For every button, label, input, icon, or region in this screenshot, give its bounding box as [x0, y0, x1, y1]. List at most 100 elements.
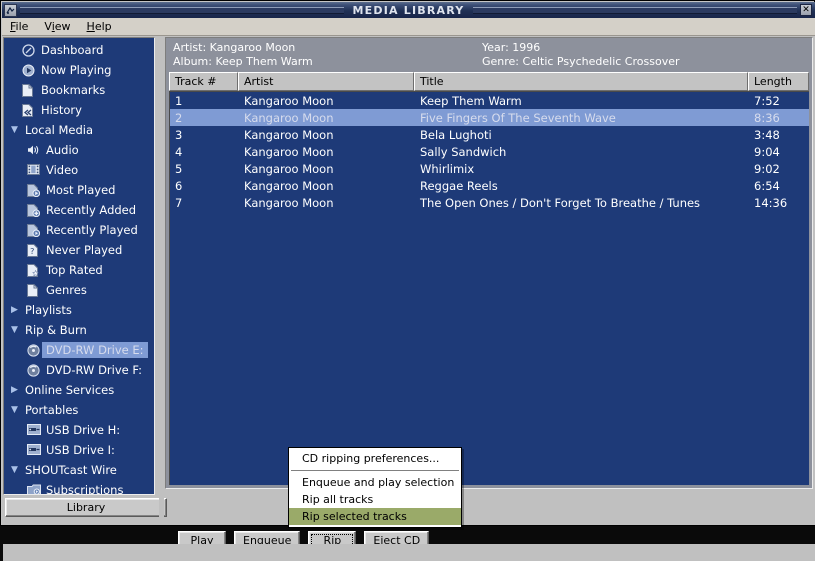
- film-icon: [27, 163, 42, 177]
- column-header-length[interactable]: Length: [748, 72, 809, 91]
- column-header-artist[interactable]: Artist: [238, 72, 414, 91]
- sidebar-item-subscriptions[interactable]: Subscriptions: [4, 480, 154, 494]
- recently-played-icon: [27, 223, 42, 237]
- album-info-year: Year: 1996: [482, 41, 541, 54]
- title-cell: The Open Ones / Don't Forget To Breathe …: [420, 195, 701, 210]
- table-row[interactable]: 4 Kangaroo Moon Sally Sandwich 9:04: [170, 143, 809, 160]
- sidebar-item-label: SHOUTcast Wire: [25, 463, 117, 477]
- sidebar-item-top-rated[interactable]: Top Rated: [4, 260, 154, 280]
- sidebar-item-usb-drive-i[interactable]: USB Drive I:: [4, 440, 154, 460]
- page-icon: [27, 283, 42, 297]
- context-menu-item[interactable]: CD ripping preferences...: [289, 450, 461, 467]
- sidebar-item-label: Most Played: [46, 183, 116, 197]
- most-played-icon: [27, 183, 42, 197]
- artist-cell: Kangaroo Moon: [244, 195, 334, 210]
- sidebar-item-label: DVD-RW Drive F:: [46, 363, 142, 377]
- sidebar-item-most-played[interactable]: Most Played: [4, 180, 154, 200]
- close-icon[interactable]: ✕: [800, 4, 812, 16]
- sidebar-item-bookmarks[interactable]: Bookmarks: [4, 80, 154, 100]
- sidebar-item-history[interactable]: History: [4, 100, 154, 120]
- length-cell: 6:54: [754, 178, 780, 193]
- sidebar-item-audio[interactable]: Audio: [4, 140, 154, 160]
- title-rule-left: [20, 6, 344, 14]
- artist-cell: Kangaroo Moon: [244, 161, 334, 176]
- twisty-expanded-icon[interactable]: ▼: [8, 405, 21, 415]
- usb-icon: [27, 423, 42, 437]
- table-row[interactable]: 2 Kangaroo Moon Five Fingers Of The Sevent…: [170, 109, 809, 126]
- context-menu-item[interactable]: Enqueue and play selection: [289, 474, 461, 491]
- length-cell: 9:04: [754, 144, 780, 159]
- panel-splitter[interactable]: [159, 37, 164, 524]
- sidebar-item-dvd-rw-drive-f[interactable]: DVD-RW Drive F:: [4, 360, 154, 380]
- twisty-expanded-icon[interactable]: ▼: [8, 325, 21, 335]
- navigation-tree[interactable]: Dashboard Now Playing Bookmarks History ▼ Loc…: [3, 37, 155, 495]
- sidebar-item-label: History: [41, 103, 82, 117]
- sidebar-item-dvd-rw-drive-e[interactable]: DVD-RW Drive E:: [4, 340, 154, 360]
- table-row[interactable]: 1 Kangaroo Moon Keep Them Warm 7:52: [170, 92, 809, 109]
- sidebar-item-label: Portables: [25, 403, 79, 417]
- table-row[interactable]: 3 Kangaroo Moon Bela Lughoti 3:48: [170, 126, 809, 143]
- artist-cell: Kangaroo Moon: [244, 178, 334, 193]
- sidebar-item-label: Audio: [46, 143, 79, 157]
- length-cell: 8:36: [754, 110, 780, 125]
- media-library-window: MEDIA LIBRARY ✕ File View Help Dashboard…: [0, 0, 815, 561]
- album-info-header: Artist: Kangaroo Moon Album: Keep Them W…: [167, 39, 811, 70]
- length-cell: 14:36: [754, 195, 788, 210]
- top-rated-icon: [27, 263, 42, 277]
- sidebar-item-now-playing[interactable]: Now Playing: [4, 60, 154, 80]
- disc-icon: [27, 343, 42, 357]
- context-menu-item[interactable]: Rip all tracks: [289, 491, 461, 508]
- track-table-body[interactable]: 1 Kangaroo Moon Keep Them Warm 7:52 2 Kangaro…: [169, 91, 809, 485]
- sidebar-item-rip-burn[interactable]: ▼ Rip & Burn: [4, 320, 154, 340]
- album-info-album: Album: Keep Them Warm: [173, 55, 313, 68]
- twisty-collapsed-icon[interactable]: ▶: [8, 385, 21, 395]
- sidebar-item-recently-played[interactable]: Recently Played: [4, 220, 154, 240]
- context-menu-item[interactable]: Rip selected tracks: [289, 508, 461, 525]
- table-row[interactable]: 5 Kangaroo Moon Whirlimix 9:02: [170, 160, 809, 177]
- subscriptions-icon: [27, 484, 42, 494]
- sidebar-item-local-media[interactable]: ▼ Local Media: [4, 120, 154, 140]
- sidebar-item-label: Video: [46, 163, 79, 177]
- table-row[interactable]: 7 Kangaroo Moon The Open Ones / Don't Forg…: [170, 194, 809, 211]
- sidebar-item-genres[interactable]: Genres: [4, 280, 154, 300]
- library-button[interactable]: Library: [5, 498, 167, 517]
- length-cell: 7:52: [754, 93, 780, 108]
- title-cell: Sally Sandwich: [420, 144, 507, 159]
- track-cell: 4: [175, 144, 183, 159]
- menu-help[interactable]: Help: [79, 19, 120, 34]
- column-header-track[interactable]: Track #: [169, 72, 238, 91]
- sidebar-item-label: Recently Added: [46, 203, 137, 217]
- usb-icon: [27, 443, 42, 457]
- sidebar-item-portables[interactable]: ▼ Portables: [4, 400, 154, 420]
- title-cell: Keep Them Warm: [420, 93, 522, 108]
- menu-view[interactable]: View: [36, 19, 78, 34]
- album-info-genre: Genre: Celtic Psychedelic Crossover: [482, 55, 680, 68]
- svg-text:?: ?: [30, 247, 34, 256]
- disc-icon: [27, 363, 42, 377]
- track-cell: 1: [175, 93, 183, 108]
- twisty-expanded-icon[interactable]: ▼: [8, 125, 21, 135]
- sidebar-region: Dashboard Now Playing Bookmarks History ▼ Loc…: [3, 37, 167, 524]
- sidebar-item-dashboard[interactable]: Dashboard: [4, 40, 154, 60]
- sidebar-item-shoutcast-wire[interactable]: ▼ SHOUTcast Wire: [4, 460, 154, 480]
- twisty-expanded-icon[interactable]: ▼: [8, 465, 21, 475]
- speaker-icon: [27, 144, 42, 157]
- app-icon[interactable]: [4, 3, 17, 17]
- sidebar-item-never-played[interactable]: ? Never Played: [4, 240, 154, 260]
- sidebar-item-online-services[interactable]: ▶ Online Services: [4, 380, 154, 400]
- table-row[interactable]: 6 Kangaroo Moon Reggae Reels 6:54: [170, 177, 809, 194]
- play-circle-icon: [22, 64, 37, 77]
- main-panel: Artist: Kangaroo Moon Album: Keep Them W…: [165, 37, 813, 489]
- title-cell: Five Fingers Of The Seventh Wave: [420, 110, 616, 125]
- column-header-title[interactable]: Title: [414, 72, 748, 91]
- sidebar-item-recently-added[interactable]: Recently Added: [4, 200, 154, 220]
- rip-context-menu[interactable]: CD ripping preferences... Enqueue and pla…: [288, 447, 462, 528]
- title-cell: Bela Lughoti: [420, 127, 492, 142]
- twisty-collapsed-icon[interactable]: ▶: [8, 305, 21, 315]
- menu-file[interactable]: File: [2, 19, 36, 34]
- title-bar: MEDIA LIBRARY ✕: [2, 2, 815, 18]
- sidebar-item-usb-drive-h[interactable]: USB Drive H:: [4, 420, 154, 440]
- sidebar-item-playlists[interactable]: ▶ Playlists: [4, 300, 154, 320]
- sidebar-item-label: Recently Played: [46, 223, 138, 237]
- sidebar-item-video[interactable]: Video: [4, 160, 154, 180]
